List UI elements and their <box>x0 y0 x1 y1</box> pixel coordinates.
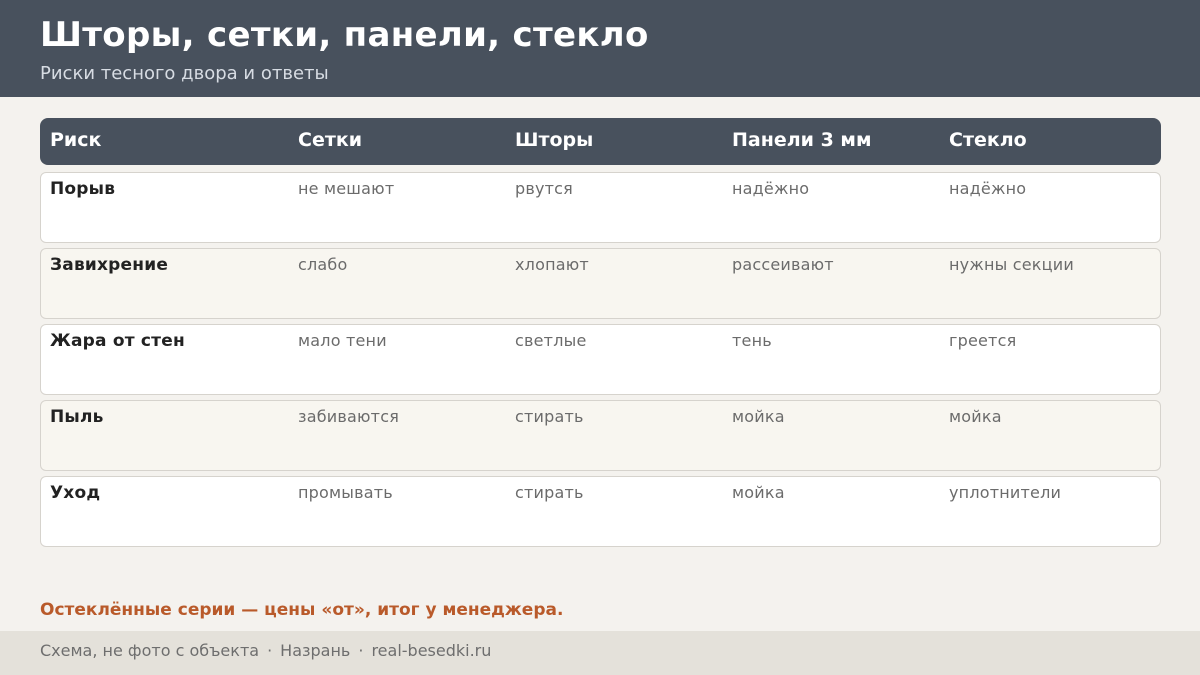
column-header-nets: Сетки <box>298 129 363 151</box>
column-header-risk: Риск <box>50 129 102 151</box>
price-note: Остеклённые серии — цены «от», итог у ме… <box>40 600 564 620</box>
risk-cell: Порыв <box>50 179 116 199</box>
table-row: Завихрение слабо хлопают рассеивают нужн… <box>40 248 1161 319</box>
column-header-panels: Панели 3 мм <box>732 129 872 151</box>
table-cell: мойка <box>732 483 785 502</box>
table-row: Порыв не мешают рвутся надёжно надёжно <box>40 172 1161 243</box>
table-cell: уплотнители <box>949 483 1062 502</box>
footer-city: Назрань <box>280 641 351 660</box>
table-cell: забиваются <box>298 407 400 426</box>
column-header-glass: Стекло <box>949 129 1027 151</box>
page-title: Шторы, сетки, панели, стекло <box>40 15 649 55</box>
table-cell: мойка <box>732 407 785 426</box>
table-cell: рвутся <box>515 179 573 198</box>
footer-separator: · <box>267 641 273 660</box>
table-cell: стирать <box>515 407 584 426</box>
page-header: Шторы, сетки, панели, стекло Риски тесно… <box>0 0 1200 97</box>
table-cell: светлые <box>515 331 587 350</box>
footer-website-link[interactable]: real-besedki.ru <box>371 641 491 660</box>
page-footer: Схема, не фото с объекта · Назрань · real-be… <box>0 631 1200 675</box>
table-row: Пыль забиваются стирать мойка мойка <box>40 400 1161 471</box>
table-cell: не мешают <box>298 179 395 198</box>
table-cell: мойка <box>949 407 1002 426</box>
table-cell: надёжно <box>949 179 1027 198</box>
table-cell: нужны секции <box>949 255 1074 274</box>
table-cell: хлопают <box>515 255 589 274</box>
table-cell: тень <box>732 331 772 350</box>
risk-cell: Уход <box>50 483 101 503</box>
footer-separator: · <box>358 641 364 660</box>
table-row: Уход промывать стирать мойка уплотнители <box>40 476 1161 547</box>
risk-cell: Жара от стен <box>50 331 185 351</box>
table-row: Жара от стен мало тени светлые тень грее… <box>40 324 1161 395</box>
table-cell: промывать <box>298 483 393 502</box>
risk-cell: Завихрение <box>50 255 169 275</box>
table-cell: надёжно <box>732 179 810 198</box>
page-subtitle: Риски тесного двора и ответы <box>40 63 329 84</box>
table-cell: рассеивают <box>732 255 834 274</box>
table-header: Риск Сетки Шторы Панели 3 мм Стекло <box>40 118 1161 165</box>
footer-text: Схема, не фото с объекта · Назрань · real-be… <box>40 641 491 660</box>
table-cell: греется <box>949 331 1017 350</box>
risk-cell: Пыль <box>50 407 104 427</box>
table-cell: стирать <box>515 483 584 502</box>
footer-disclaimer: Схема, не фото с объекта <box>40 641 260 660</box>
table-cell: мало тени <box>298 331 387 350</box>
column-header-curtains: Шторы <box>515 129 594 151</box>
table-cell: слабо <box>298 255 348 274</box>
